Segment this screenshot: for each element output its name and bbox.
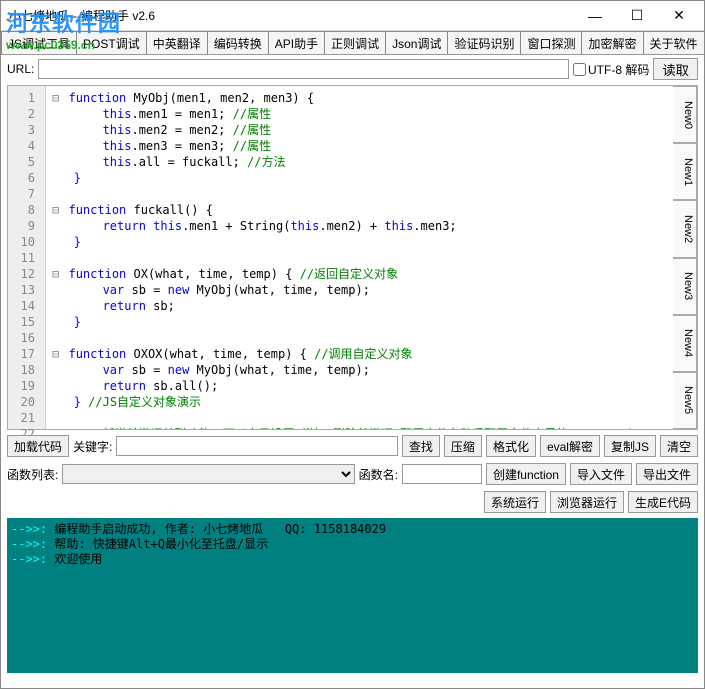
create-function-button[interactable]: 创建function — [486, 463, 566, 485]
utf8-check-input[interactable] — [573, 63, 586, 76]
tab-encode[interactable]: 编码转换 — [207, 31, 269, 54]
line-gutter: 12345678910111213141516171819202122 — [8, 86, 46, 429]
tab-translate[interactable]: 中英翻译 — [146, 31, 208, 54]
browser-run-button[interactable]: 浏览器运行 — [550, 491, 624, 513]
tab-post-debug[interactable]: POST调试 — [76, 31, 147, 54]
tab-json[interactable]: Json调试 — [385, 31, 448, 54]
maximize-button[interactable]: ☐ — [616, 2, 658, 30]
gen-ecode-button[interactable]: 生成E代码 — [628, 491, 698, 513]
copy-js-button[interactable]: 复制JS — [604, 435, 656, 457]
fnname-label: 函数名: — [359, 466, 398, 483]
side-tab-new1[interactable]: New1 — [673, 143, 697, 200]
clear-button[interactable]: 清空 — [660, 435, 698, 457]
tab-api[interactable]: API助手 — [268, 31, 325, 54]
export-file-button[interactable]: 导出文件 — [636, 463, 698, 485]
close-button[interactable]: ✕ — [658, 2, 700, 30]
side-tab-new3[interactable]: New3 — [673, 258, 697, 315]
tab-window-probe[interactable]: 窗口探测 — [520, 31, 582, 54]
titlebar: 小七烤地瓜---编程助手 v2.6 — ☐ ✕ — [1, 1, 704, 31]
tab-captcha[interactable]: 验证码识别 — [447, 31, 521, 54]
side-tab-new4[interactable]: New4 — [673, 315, 697, 372]
system-run-button[interactable]: 系统运行 — [484, 491, 546, 513]
code-area[interactable]: ⊟ function MyObj(men1, men2, men3) { thi… — [46, 86, 673, 429]
fnname-input[interactable] — [402, 464, 482, 484]
side-tab-new0[interactable]: New0 — [673, 86, 697, 143]
fnlist-label: 函数列表: — [7, 466, 58, 483]
url-label: URL: — [7, 62, 34, 76]
code-editor: 12345678910111213141516171819202122 ⊟ fu… — [7, 85, 698, 430]
minimize-button[interactable]: — — [574, 2, 616, 30]
function-row: 函数列表: 函数名: 创建function 导入文件 导出文件 — [1, 460, 704, 488]
format-button[interactable]: 格式化 — [486, 435, 536, 457]
url-input[interactable] — [38, 59, 569, 79]
tab-regex[interactable]: 正则调试 — [324, 31, 386, 54]
keyword-input[interactable] — [116, 436, 398, 456]
utf8-checkbox[interactable]: UTF-8 解码 — [573, 61, 649, 78]
fnlist-select[interactable] — [62, 464, 354, 484]
tab-about[interactable]: 关于软件 — [643, 31, 705, 54]
side-tab-new2[interactable]: New2 — [673, 200, 697, 257]
run-row: 系统运行 浏览器运行 生成E代码 — [1, 488, 704, 516]
load-code-button[interactable]: 加载代码 — [7, 435, 69, 457]
compress-button[interactable]: 压缩 — [444, 435, 482, 457]
tab-js-debug[interactable]: JS调试工具 — [1, 31, 77, 54]
read-button[interactable]: 读取 — [653, 58, 698, 80]
side-tab-new5[interactable]: New5 — [673, 372, 697, 429]
keyword-label: 关键字: — [73, 438, 112, 455]
eval-decrypt-button[interactable]: eval解密 — [540, 435, 600, 457]
import-file-button[interactable]: 导入文件 — [570, 463, 632, 485]
output-console[interactable]: -->>: 编程助手启动成功, 作者: 小七烤地瓜 QQ: 1158184029… — [7, 518, 698, 673]
find-button[interactable]: 查找 — [402, 435, 440, 457]
editor-side-tabs: New0 New1 New2 New3 New4 New5 — [673, 86, 697, 429]
tab-crypto[interactable]: 加密解密 — [581, 31, 643, 54]
window-title: 小七烤地瓜---编程助手 v2.6 — [5, 7, 574, 24]
search-row: 加载代码 关键字: 查找 压缩 格式化 eval解密 复制JS 清空 — [1, 432, 704, 460]
main-tabs: JS调试工具 POST调试 中英翻译 编码转换 API助手 正则调试 Json调… — [1, 31, 704, 55]
url-row: URL: UTF-8 解码 读取 — [1, 55, 704, 83]
